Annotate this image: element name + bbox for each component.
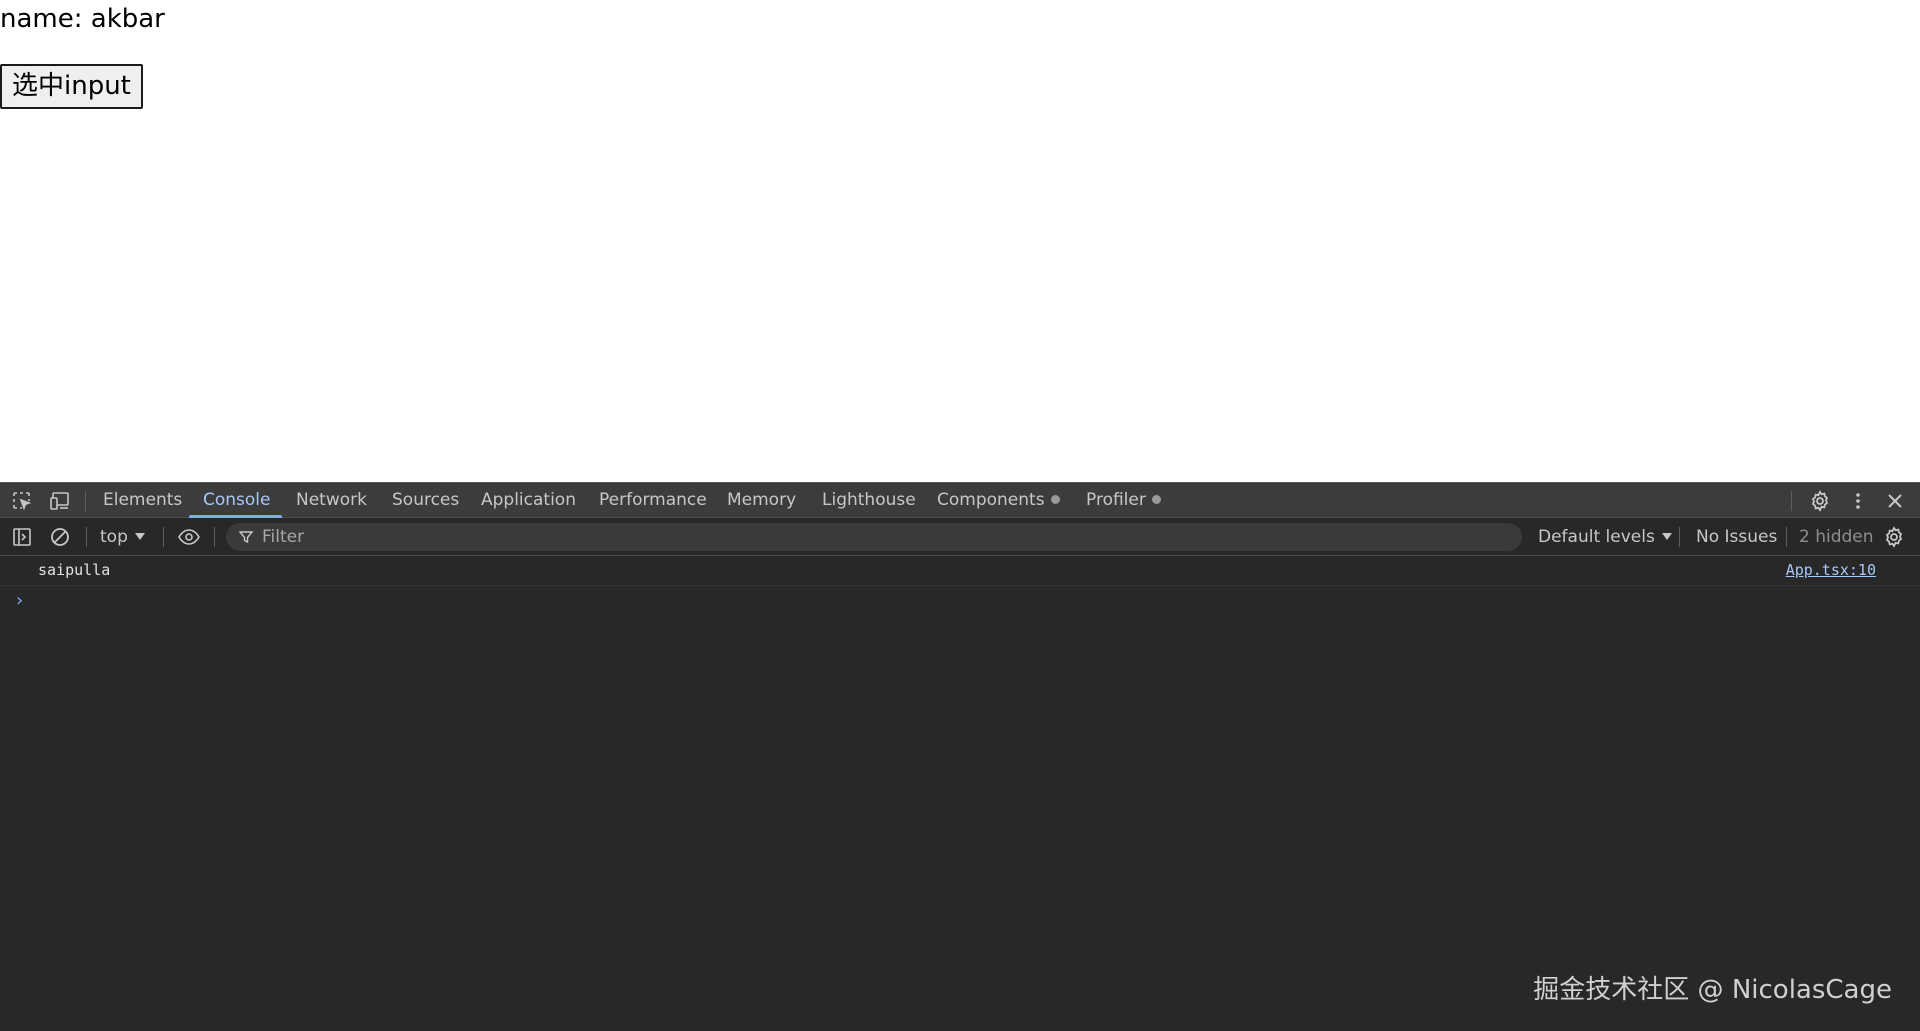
tab-separator xyxy=(1791,491,1792,511)
sidebar-toggle-icon[interactable] xyxy=(10,525,34,549)
react-extension-icon xyxy=(1050,495,1060,504)
watermark: 掘金技术社区 @ NicolasCage xyxy=(1533,975,1892,1005)
filter-box xyxy=(226,523,1522,551)
context-select[interactable]: top xyxy=(100,524,145,550)
tab-sources[interactable]: Sources xyxy=(391,483,460,518)
inspect-element-icon[interactable] xyxy=(10,489,34,513)
toolbar-separator xyxy=(1786,527,1787,547)
gear-icon[interactable] xyxy=(1808,489,1832,513)
chevron-down-icon xyxy=(134,533,145,540)
tab-components-label: Components xyxy=(937,490,1045,510)
tab-application[interactable]: Application xyxy=(480,483,577,518)
tab-components[interactable]: Components xyxy=(936,483,1061,518)
console-toolbar: top Default levels No Issues 2 hidden xyxy=(0,518,1920,556)
select-input-button[interactable]: 选中input xyxy=(0,64,143,109)
clear-console-icon[interactable] xyxy=(48,525,72,549)
tab-profiler[interactable]: Profiler xyxy=(1085,483,1162,518)
console-input[interactable] xyxy=(38,588,1878,614)
issues-counter[interactable]: No Issues xyxy=(1696,524,1777,550)
devtools-panel: Elements Console Network Sources Applica… xyxy=(0,482,1920,1031)
console-message-text: saipulla xyxy=(38,561,111,579)
filter-input[interactable] xyxy=(262,523,1502,551)
tab-profiler-label: Profiler xyxy=(1086,490,1146,510)
console-message-row: saipulla App.tsx:10 xyxy=(0,556,1920,586)
console-message-source-link[interactable]: App.tsx:10 xyxy=(1786,561,1876,579)
toolbar-separator xyxy=(214,527,215,547)
log-levels-dropdown[interactable]: Default levels xyxy=(1538,524,1672,550)
console-output: saipulla App.tsx:10 › xyxy=(0,556,1920,1031)
devtools-tabbar: Elements Console Network Sources Applica… xyxy=(0,482,1920,518)
page-viewport: name: akbar 选中input xyxy=(0,0,1920,482)
tab-elements[interactable]: Elements xyxy=(102,483,183,518)
tab-performance[interactable]: Performance xyxy=(598,483,708,518)
tab-console[interactable]: Console xyxy=(202,483,272,518)
chevron-down-icon xyxy=(1661,533,1672,540)
context-value: top xyxy=(100,527,128,547)
tab-lighthouse[interactable]: Lighthouse xyxy=(821,483,917,518)
name-text: name: akbar xyxy=(0,4,165,34)
console-settings-gear-icon[interactable] xyxy=(1882,525,1906,549)
prompt-chevron-icon: › xyxy=(14,590,25,611)
toolbar-separator xyxy=(1679,527,1680,547)
tab-memory[interactable]: Memory xyxy=(726,483,797,518)
log-levels-label: Default levels xyxy=(1538,527,1655,547)
console-prompt-row: › xyxy=(0,586,1920,616)
hidden-messages-count: 2 hidden xyxy=(1799,527,1874,547)
filter-funnel-icon xyxy=(238,529,254,545)
react-extension-icon xyxy=(1151,495,1161,504)
tab-separator xyxy=(85,491,86,511)
close-icon[interactable] xyxy=(1883,489,1907,513)
kebab-menu-icon[interactable] xyxy=(1846,489,1870,513)
live-expression-eye-icon[interactable] xyxy=(177,525,201,549)
toolbar-separator xyxy=(163,527,164,547)
toolbar-separator xyxy=(86,527,87,547)
device-toggle-icon[interactable] xyxy=(48,489,72,513)
tab-network[interactable]: Network xyxy=(295,483,368,518)
